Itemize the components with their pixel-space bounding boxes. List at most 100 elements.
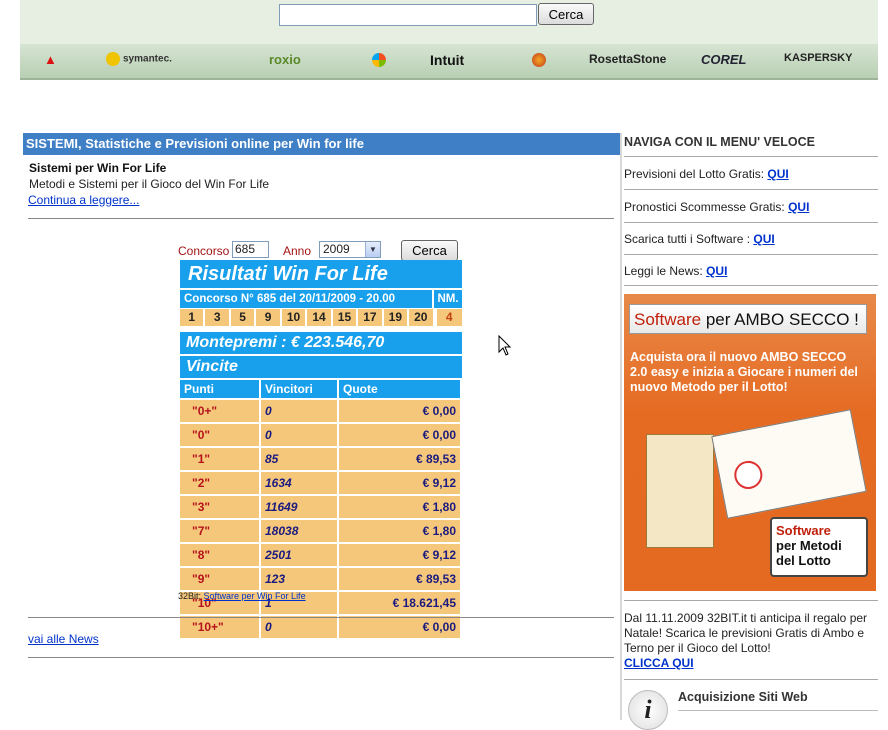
ad-software-box: Software per Metodi del Lotto <box>770 517 868 577</box>
vincitori-cell: 0 <box>260 398 339 423</box>
intro-title: Sistemi per Win For Life <box>29 161 167 175</box>
vincitori-cell: 123 <box>260 566 339 591</box>
concorso-label: Concorso <box>178 244 230 258</box>
christmas-promo: Dal 11.11.2009 32BIT.it ti anticipa il r… <box>624 611 878 671</box>
quote-cell: € 89,53 <box>338 566 462 591</box>
quote-cell: € 1,80 <box>338 494 462 519</box>
roxio-logo[interactable]: roxio <box>269 52 301 67</box>
symantec-logo[interactable]: symantec. <box>106 52 172 66</box>
windows-icon <box>372 52 386 67</box>
quick-link-previsioni: Previsioni del Lotto Gratis: QUI <box>624 167 789 181</box>
quick-link-label: Leggi le News: <box>624 264 703 278</box>
concorso-input[interactable]: 685 <box>232 241 269 258</box>
windows-logo[interactable] <box>372 52 389 67</box>
table-row: "0" 0 € 0,00 <box>180 422 462 447</box>
drawn-number: 1 <box>180 309 204 326</box>
quick-link-software: Scarica tutti i Software : QUI <box>624 232 775 246</box>
results-box: Risultati Win For Life Concorso N° 685 d… <box>180 260 462 638</box>
punti-cell: "3" <box>180 494 261 519</box>
results-subtitle: Concorso N° 685 del 20/11/2009 - 20.00 N… <box>180 288 462 308</box>
quick-link-qui[interactable]: QUI <box>706 264 727 278</box>
punti-cell: "9" <box>180 566 261 591</box>
rosettastone-logo[interactable]: RosettaStone <box>589 52 666 66</box>
quick-link-qui[interactable]: QUI <box>788 200 809 214</box>
punti-cell: "7" <box>180 518 261 543</box>
software-link[interactable]: Software per Win For Life <box>204 591 306 601</box>
kaspersky-logo[interactable]: KASPERSKY <box>784 52 852 64</box>
quote-cell: € 18.621,45 <box>338 590 462 615</box>
divider <box>28 617 614 618</box>
vincitori-cell: 0 <box>260 614 339 638</box>
firefox-logo[interactable] <box>532 52 549 67</box>
punti-cell: "1" <box>180 446 261 471</box>
sidebar-title: NAVIGA CON IL MENU' VELOCE <box>624 135 815 149</box>
punti-cell: "2" <box>180 470 261 495</box>
adobe-logo[interactable]: ▲ <box>44 52 57 67</box>
lotto-ball-icon <box>731 458 765 492</box>
concorso-search-button[interactable]: Cerca <box>401 240 458 261</box>
quote-cell: € 89,53 <box>338 446 462 471</box>
vincitori-cell: 85 <box>260 446 339 471</box>
drawn-number: 17 <box>358 309 382 326</box>
nm-label: NM. <box>432 290 462 308</box>
divider <box>624 189 878 190</box>
drawn-number: 19 <box>383 309 408 326</box>
drawn-number: 10 <box>281 309 306 326</box>
quick-link-pronostici: Pronostici Scommesse Gratis: QUI <box>624 200 809 214</box>
drawn-number: 5 <box>230 309 255 326</box>
punti-cell: "8" <box>180 542 261 567</box>
divider <box>624 600 878 601</box>
news-link[interactable]: vai alle News <box>28 632 99 646</box>
chevron-down-icon[interactable]: ▼ <box>365 242 380 257</box>
quick-link-label: Scarica tutti i Software : <box>624 232 751 246</box>
anno-select[interactable]: 2009 ▼ <box>319 241 381 258</box>
site-search-button[interactable]: Cerca <box>538 3 594 25</box>
quote-cell: € 0,00 <box>338 398 462 423</box>
intro-description: Metodi e Sistemi per il Gioco del Win Fo… <box>29 177 270 191</box>
punti-cell: "10+" <box>180 614 261 638</box>
intuit-logo[interactable]: Intuit <box>430 52 464 68</box>
quick-menu-sidebar: NAVIGA CON IL MENU' VELOCE Previsioni de… <box>624 133 878 730</box>
quick-link-qui[interactable]: QUI <box>767 167 788 181</box>
quick-link-label: Previsioni del Lotto Gratis: <box>624 167 765 181</box>
section-header: SISTEMI, Statistiche e Previsioni online… <box>23 133 620 155</box>
table-row: "2" 1634 € 9,12 <box>180 470 462 495</box>
ad-text: Acquista ora il nuovo AMBO SECCO 2.0 eas… <box>630 350 858 394</box>
quick-link-qui[interactable]: QUI <box>753 232 774 246</box>
divider <box>624 679 878 680</box>
corel-logo[interactable]: COREL <box>701 52 747 67</box>
drawn-number: 3 <box>205 309 229 326</box>
acquisizione-title[interactable]: Acquisizione Siti Web <box>678 690 808 704</box>
brand-logo-bar: ▲ symantec. roxio Intuit RosettaStone CO… <box>20 44 878 80</box>
divider <box>624 285 878 286</box>
info-icon: i <box>628 690 668 730</box>
ambo-secco-ad-banner[interactable]: Software per AMBO SECCO ! Acquista ora i… <box>624 294 876 591</box>
vincite-header: Vincite <box>180 354 462 378</box>
anno-label: Anno <box>283 244 312 258</box>
promo-text: Dal 11.11.2009 32BIT.it ti anticipa il r… <box>624 611 868 655</box>
site-search-input[interactable] <box>279 4 537 26</box>
divider <box>28 657 614 658</box>
quote-cell: € 1,80 <box>338 518 462 543</box>
table-row: "9" 123 € 89,53 <box>180 566 462 591</box>
quote-cell: € 9,12 <box>338 470 462 495</box>
quick-link-label: Pronostici Scommesse Gratis: <box>624 200 785 214</box>
vincitori-cell: 18038 <box>260 518 339 543</box>
punti-cell: "0+" <box>180 398 261 423</box>
column-header-punti: Punti <box>180 378 261 399</box>
quick-link-news: Leggi le News: QUI <box>624 264 727 278</box>
anno-value: 2009 <box>323 242 350 256</box>
lotto-slip-image <box>711 409 867 519</box>
main-content: SISTEMI, Statistiche e Previsioni online… <box>23 133 622 720</box>
lotto-ticket-image <box>646 434 714 548</box>
divider <box>624 222 878 223</box>
continue-reading-link[interactable]: Continua a leggere... <box>28 193 139 207</box>
vincitori-cell: 1634 <box>260 470 339 495</box>
quote-cell: € 0,00 <box>338 422 462 447</box>
promo-link[interactable]: CLICCA QUI <box>624 656 694 670</box>
numerone: 4 <box>436 309 462 326</box>
column-header-vincitori: Vincitori <box>260 378 339 399</box>
firefox-icon <box>532 52 546 67</box>
table-row: "1" 85 € 89,53 <box>180 446 462 471</box>
symantec-icon <box>106 52 120 66</box>
